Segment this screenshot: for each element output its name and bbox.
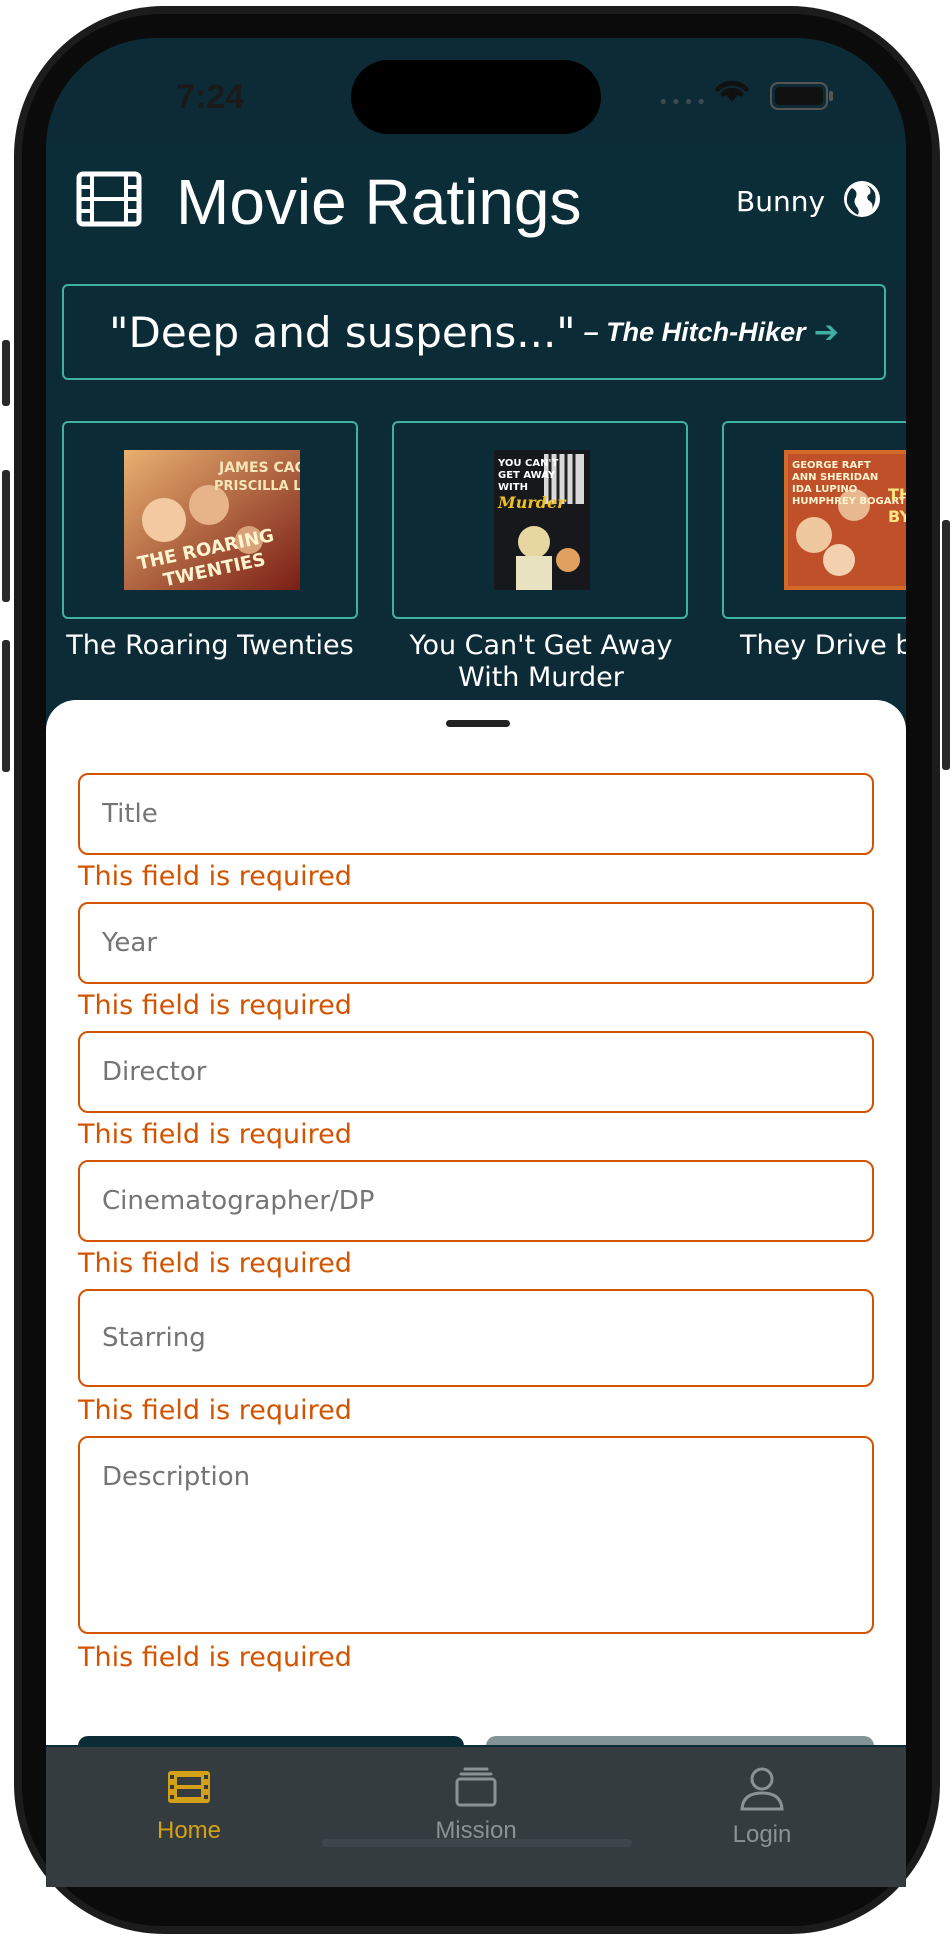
dynamic-island [351,60,601,134]
movie-card[interactable]: GEORGE RAFT ANN SHERIDAN IDA LUPINO HUMP… [722,421,906,619]
svg-text:Murder: Murder [497,493,567,512]
title-error: This field is required [78,861,352,892]
director-input[interactable] [78,1031,874,1113]
director-error: This field is required [78,1119,352,1150]
movie-card[interactable]: JAMES CAGNEY PRISCILLA LANE THE ROARING … [62,421,358,619]
movie-title: You Can't Get Away With Murder [409,630,673,693]
mute-switch [2,340,10,406]
app-screen: 7:24 •••• Movie Ratings Bunny "Deep and … [46,38,906,1782]
svg-text:PRISCILLA LANE: PRISCILLA LANE [214,479,300,494]
cinematographer-error: This field is required [78,1248,352,1279]
app-header: Movie Ratings Bunny [46,143,906,281]
quote-text: "Deep and suspens..." [109,307,576,357]
app-title: Movie Ratings [176,166,582,238]
quote-attribution: – The Hitch-Hiker [583,316,806,347]
year-error: This field is required [78,990,352,1021]
home-indicator[interactable] [322,1839,632,1847]
svg-text:JAMES CAGNEY: JAMES CAGNEY [218,460,300,476]
add-movie-sheet: This field is required This field is req… [46,700,906,1782]
movie-title: The Roaring Twenties [66,630,354,661]
movie-poster: JAMES CAGNEY PRISCILLA LANE THE ROARING … [124,450,300,590]
movie-poster: YOU CAN'T GET AWAY WITH Murder [494,450,590,590]
description-input[interactable] [78,1436,874,1634]
movie-title: They Drive b [740,630,906,661]
volume-up-button [2,470,10,602]
svg-text:THE: THE [888,485,906,504]
starring-input[interactable] [78,1289,874,1387]
svg-text:WITH: WITH [498,482,528,493]
battery-icon [770,82,833,110]
tab-login[interactable]: Login [682,1767,842,1849]
film-icon [168,1771,210,1803]
globe-icon[interactable] [842,179,882,219]
movie-card[interactable]: YOU CAN'T GET AWAY WITH Murder [392,421,688,619]
power-button [942,520,950,770]
year-input[interactable] [78,902,874,984]
tab-home[interactable]: Home [109,1767,269,1845]
svg-text:IDA LUPINO: IDA LUPINO [792,484,857,495]
tab-home-label: Home [156,1817,222,1844]
svg-text:GET AWAY: GET AWAY [498,470,556,481]
movie-poster: GEORGE RAFT ANN SHERIDAN IDA LUPINO HUMP… [784,450,906,590]
sheet-grabber[interactable] [446,720,510,727]
user-name[interactable]: Bunny [736,185,825,218]
title-input[interactable] [78,773,874,855]
description-error: This field is required [78,1642,352,1673]
starring-error: This field is required [78,1395,352,1426]
tab-bar: Home Mission Login [46,1745,906,1887]
cinematographer-input[interactable] [78,1160,874,1242]
status-time: 7:24 [176,78,245,116]
cellular-icon: •••• [658,92,709,113]
arrow-right-icon: ➔ [813,314,839,350]
tab-login-label: Login [732,1821,792,1848]
film-icon [76,171,142,227]
svg-text:YOU CAN'T: YOU CAN'T [497,458,558,469]
svg-text:GEORGE RAFT: GEORGE RAFT [792,460,871,471]
stack-icon [455,1767,497,1807]
svg-text:ANN SHERIDAN: ANN SHERIDAN [792,472,878,483]
svg-text:BY N: BY N [888,507,906,526]
person-icon [740,1767,784,1811]
tab-mission[interactable]: Mission [396,1767,556,1845]
featured-quote-banner[interactable]: "Deep and suspens..." – The Hitch-Hiker … [62,284,886,380]
volume-down-button [2,640,10,772]
wifi-icon [715,80,749,102]
